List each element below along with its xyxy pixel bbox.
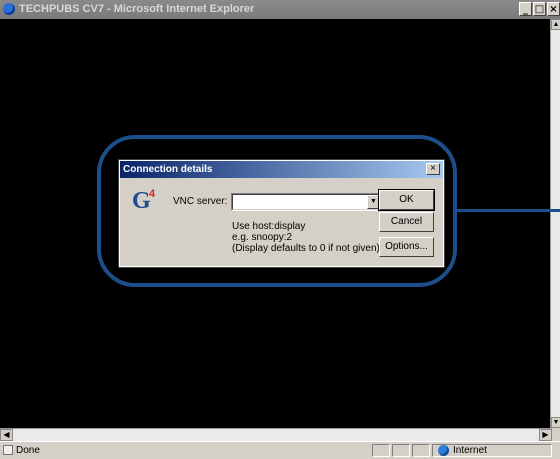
hint-line: Use host:display [232,221,306,232]
scroll-up-icon[interactable]: ▲ [551,19,560,30]
status-panel [392,444,410,457]
page-icon [3,445,13,455]
status-panel [412,444,430,457]
close-button[interactable]: × [547,2,560,16]
title-bar: TECHPUBS CV7 - Microsoft Internet Explor… [0,0,560,19]
globe-icon [438,445,449,456]
ok-button[interactable]: OK [378,189,435,211]
scroll-left-icon[interactable]: ◀ [0,429,13,441]
vertical-scrollbar[interactable]: ▲ ▼ [550,19,560,428]
cancel-button[interactable]: Cancel [379,212,434,232]
zone-text: Internet [453,445,487,456]
ie-window: TECHPUBS CV7 - Microsoft Internet Explor… [0,0,560,459]
callout-line [457,209,560,212]
window-controls: _ □ × [519,2,560,16]
dialog-title: Connection details [123,164,213,175]
maximize-button[interactable]: □ [533,2,546,16]
scroll-down-icon[interactable]: ▼ [551,417,560,428]
window-title: TECHPUBS CV7 - Microsoft Internet Explor… [19,3,255,15]
vnc-server-label: VNC server: [173,196,228,207]
vnc-server-input[interactable]: ▼ [231,193,382,211]
hint-line: e.g. snoopy:2 [232,232,293,243]
hint-line: (Display defaults to 0 if not given) [232,243,380,254]
options-button[interactable]: Options... [379,237,434,257]
scroll-right-icon[interactable]: ▶ [539,429,552,441]
status-panel [372,444,390,457]
zone-panel [432,444,552,457]
dialog-title-bar: Connection details × [120,161,443,178]
g4-logo-icon: G 4 [132,188,156,212]
status-text: Done [16,445,40,456]
connection-dialog: Connection details × G 4 VNC server: ▼ U… [118,159,445,268]
logo-superscript: 4 [149,188,156,200]
horizontal-scrollbar[interactable]: ◀ ▶ [0,428,552,441]
status-bar: Done Internet [0,441,560,459]
size-grip[interactable] [552,428,560,441]
ie-icon [3,3,15,15]
vnc-server-value[interactable] [232,194,381,210]
minimize-button[interactable]: _ [519,2,532,16]
dialog-close-button[interactable]: × [426,163,440,175]
